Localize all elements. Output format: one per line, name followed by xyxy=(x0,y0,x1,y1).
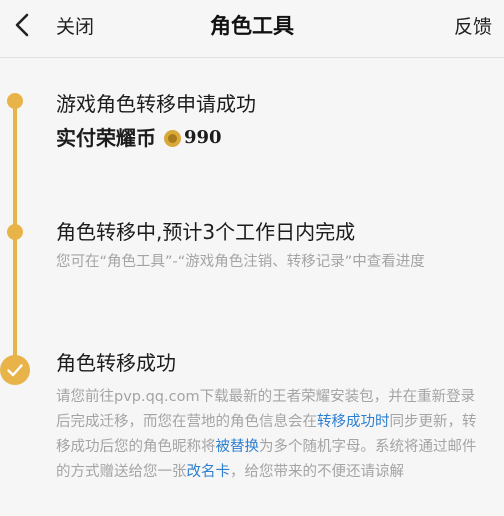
step-title: 游戏角色转移申请成功 xyxy=(56,92,256,116)
back-button[interactable] xyxy=(8,10,38,40)
highlight-transfer-success: 转移成功时 xyxy=(317,414,390,430)
step-title: 角色转移中,预计3个工作日内完成 xyxy=(56,220,356,244)
step-transferring: 角色转移中,预计3个工作日内完成 您可在“角色工具”-“游戏角色注销、转移记录”… xyxy=(56,218,488,275)
top-nav-bar: 关闭 角色工具 反馈 xyxy=(0,0,504,52)
chevron-left-icon xyxy=(15,13,29,37)
timeline-dot-2 xyxy=(7,224,23,240)
highlight-replaced: 被替换 xyxy=(215,439,260,455)
header-divider xyxy=(0,57,504,58)
step-title: 角色转移成功 xyxy=(56,351,176,375)
check-icon xyxy=(7,364,23,377)
payment-line: 实付荣耀币 990 xyxy=(56,124,488,152)
payment-amount: 990 xyxy=(184,127,222,148)
feedback-button[interactable]: 反馈 xyxy=(454,12,492,39)
desc-text: ，给您带来的不便还请谅解 xyxy=(230,464,404,480)
step-description: 您可在“角色工具”-“游戏角色注销、转移记录”中查看进度 xyxy=(56,254,425,270)
step-transfer-success: 角色转移成功 请您前往pvp.qq.com下载最新的王者荣耀安装包，并在重新登录… xyxy=(56,349,488,485)
highlight-rename-card: 改名卡 xyxy=(186,464,231,480)
close-button[interactable]: 关闭 xyxy=(56,12,94,39)
step-application-success: 游戏角色转移申请成功 实付荣耀币 990 xyxy=(56,90,488,152)
timeline-check xyxy=(0,355,30,385)
timeline-dot-1 xyxy=(7,93,23,109)
step-description: 请您前往pvp.qq.com下载最新的王者荣耀安装包，并在重新登录后完成迁移，而… xyxy=(56,385,488,485)
payment-label: 实付荣耀币 xyxy=(56,126,156,150)
coin-icon xyxy=(164,129,181,147)
